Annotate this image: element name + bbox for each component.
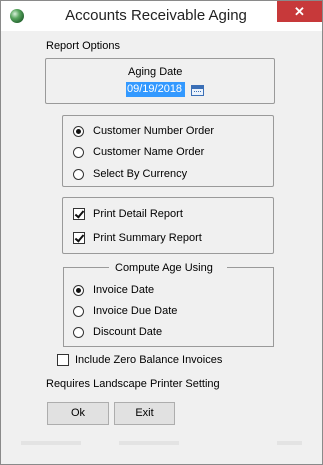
print-summary-checkbox[interactable] [73,232,85,244]
compute-age-frame-left-edge [63,267,64,347]
print-options-group [62,197,274,254]
dialog-window: Accounts Receivable Aging ✕ Report Optio… [0,0,323,465]
compute-age-frame-bottom [63,346,274,347]
exit-button[interactable]: Exit [114,402,175,425]
aging-date-group [45,58,275,104]
print-detail-label: Print Detail Report [93,208,183,220]
window-title: Accounts Receivable Aging [65,7,247,24]
landscape-note: Requires Landscape Printer Setting [46,378,220,390]
compute-age-frame-right [227,267,274,268]
close-button[interactable]: ✕ [277,1,322,22]
status-strip-3 [277,441,302,445]
include-zero-balance-checkbox[interactable] [57,354,69,366]
compute-age-frame-right-edge [273,267,274,347]
print-detail-checkbox[interactable] [73,208,85,220]
aging-date-label: Aging Date [128,66,183,78]
radio-discount-date[interactable] [73,327,84,338]
report-options-label: Report Options [46,40,120,52]
print-summary-label: Print Summary Report [93,232,202,244]
invoice-due-date-label: Invoice Due Date [93,305,178,317]
radio-customer-number-order[interactable] [73,126,84,137]
ok-button[interactable]: Ok [47,402,109,425]
discount-date-label: Discount Date [93,326,163,338]
close-icon: ✕ [294,4,305,19]
radio-customer-name-order[interactable] [73,147,84,158]
status-strip-1 [21,441,81,445]
customer-name-order-label: Customer Name Order [93,146,205,158]
customer-number-order-label: Customer Number Order [93,125,215,137]
calendar-icon[interactable] [191,85,204,96]
radio-invoice-date[interactable] [73,285,84,296]
title-bar: Accounts Receivable Aging ✕ [1,1,322,31]
radio-select-by-currency[interactable] [73,169,84,180]
select-by-currency-label: Select By Currency [93,168,188,180]
invoice-date-label: Invoice Date [93,284,155,296]
include-zero-balance-label: Include Zero Balance Invoices [75,354,223,366]
compute-age-frame-left [63,267,109,268]
radio-invoice-due-date[interactable] [73,306,84,317]
aging-date-input[interactable]: 09/19/2018 [126,82,185,97]
compute-age-legend: Compute Age Using [115,262,213,274]
app-globe-icon [10,9,24,23]
status-strip-2 [119,441,179,445]
